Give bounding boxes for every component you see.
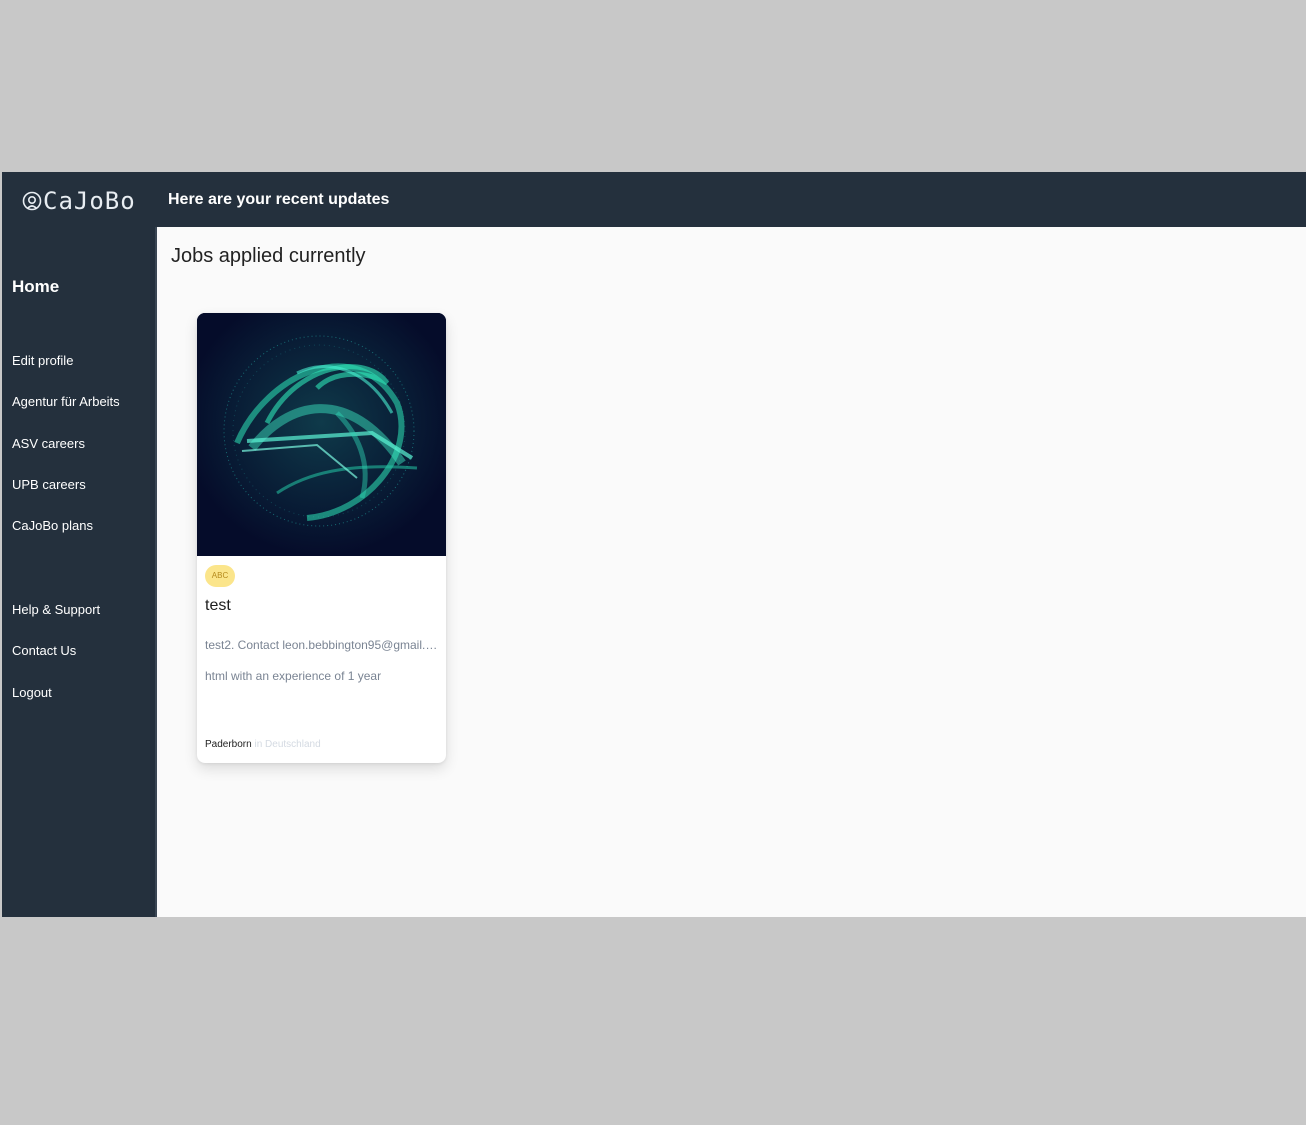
logo-text: CaJoBo <box>43 187 136 215</box>
job-card-image <box>197 313 446 556</box>
header-title: Here are your recent updates <box>168 191 390 208</box>
company-badge: ABC <box>205 565 235 587</box>
job-card[interactable]: ABC test test2. Contact leon.bebbington9… <box>197 313 446 763</box>
sidebar-divider <box>155 227 157 917</box>
logo-at-icon <box>22 191 42 211</box>
sidebar: Home Edit profile Agentur für Arbeits AS… <box>2 227 155 917</box>
sidebar-item-contact-us[interactable]: Contact Us <box>12 643 76 658</box>
job-description: test2. Contact leon.bebbington95@gmail.c… <box>205 638 443 652</box>
sidebar-item-agentur[interactable]: Agentur für Arbeits <box>12 394 120 409</box>
job-city: Paderborn <box>205 739 252 750</box>
abstract-teal-globe-image <box>197 313 446 556</box>
job-title: test <box>205 597 231 614</box>
job-country: in Deutschland <box>254 739 321 750</box>
sidebar-item-asv-careers[interactable]: ASV careers <box>12 436 85 451</box>
sidebar-item-cajobo-plans[interactable]: CaJoBo plans <box>12 518 93 533</box>
job-skill: html with an experience of 1 year <box>205 669 382 683</box>
app-window: CaJoBo Here are your recent updates Home… <box>2 172 1306 917</box>
job-location: Paderborn in Deutschland <box>205 739 321 750</box>
sidebar-item-upb-careers[interactable]: UPB careers <box>12 477 86 492</box>
sidebar-item-logout[interactable]: Logout <box>12 685 52 700</box>
sidebar-item-help-support[interactable]: Help & Support <box>12 602 100 617</box>
sidebar-item-edit-profile[interactable]: Edit profile <box>12 353 73 368</box>
section-title: Jobs applied currently <box>171 245 366 267</box>
sidebar-item-home[interactable]: Home <box>12 277 59 297</box>
top-bar: CaJoBo Here are your recent updates <box>2 172 1306 227</box>
app-logo[interactable]: CaJoBo <box>22 189 136 213</box>
